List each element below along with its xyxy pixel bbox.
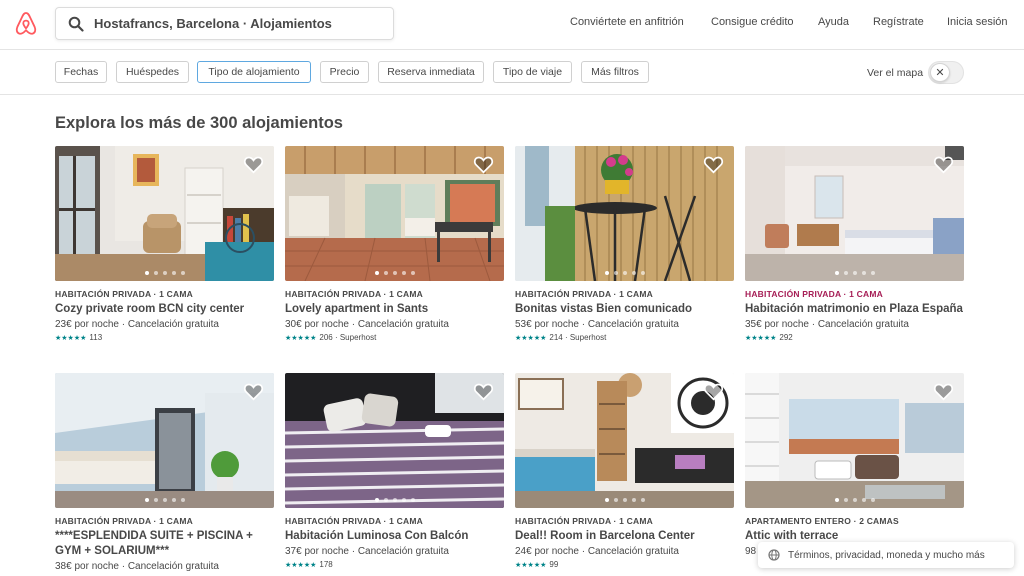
listing-price: 30€ por noche · Cancelación gratuita — [285, 319, 449, 330]
listing-title[interactable]: Habitación matrimonio en Plaza España — [745, 302, 964, 317]
listing-type: HABITACIÓN PRIVADA · 1 CAMA — [745, 289, 883, 299]
listing-type: HABITACIÓN PRIVADA · 1 CAMA — [515, 289, 653, 299]
review-count: 99 — [549, 560, 559, 569]
heart-icon[interactable] — [703, 155, 724, 174]
review-count: 214 · Superhost — [549, 333, 607, 342]
filter-price[interactable]: Precio — [320, 61, 369, 83]
listing-price: 53€ por noche · Cancelación gratuita — [515, 319, 679, 330]
listing-type: HABITACIÓN PRIVADA · 1 CAMA — [55, 516, 193, 526]
listing-title[interactable]: ****ESPLENDIDA SUITE + PISCINA + GYM + S… — [55, 529, 274, 559]
carousel-dots — [515, 271, 734, 275]
review-count: 292 — [779, 333, 793, 342]
filter-more[interactable]: Más filtros — [581, 61, 649, 83]
listing-card[interactable]: HABITACIÓN PRIVADA · 1 CAMA Habitación L… — [285, 373, 504, 569]
star-rating: ★★★★★ — [515, 334, 547, 342]
listing-photo[interactable] — [55, 146, 274, 281]
search-text: Hostafrancs, Barcelona · Alojamientos — [94, 16, 332, 31]
close-icon: ✕ — [930, 63, 950, 82]
listing-price: 35€ por noche · Cancelación gratuita — [745, 319, 909, 330]
listing-rating: ★★★★★ 178 — [285, 560, 504, 569]
carousel-dots — [285, 271, 504, 275]
star-rating: ★★★★★ — [745, 334, 777, 342]
listing-rating: ★★★★★ 113 — [55, 333, 274, 342]
star-rating: ★★★★★ — [515, 561, 547, 569]
listing-title[interactable]: Deal!! Room in Barcelona Center — [515, 529, 734, 544]
map-toggle[interactable]: ✕ — [928, 61, 964, 84]
search-icon — [68, 16, 84, 32]
listing-card[interactable]: HABITACIÓN PRIVADA · 1 CAMA ****ESPLENDI… — [55, 373, 274, 572]
listing-photo[interactable] — [285, 146, 504, 281]
airbnb-logo[interactable] — [14, 11, 38, 37]
listing-rating: ★★★★★ 206 · Superhost — [285, 333, 504, 342]
filter-instant-book[interactable]: Reserva inmediata — [378, 61, 484, 83]
heart-icon[interactable] — [933, 155, 954, 174]
footer-links-button[interactable]: Términos, privacidad, moneda y mucho más — [758, 542, 1014, 568]
listing-title[interactable]: Habitación Luminosa Con Balcón — [285, 529, 504, 544]
listing-rating: ★★★★★ 214 · Superhost — [515, 333, 734, 342]
listing-rating: ★★★★★ 292 — [745, 333, 964, 342]
listing-card[interactable]: HABITACIÓN PRIVADA · 1 CAMA Bonitas vist… — [515, 146, 734, 342]
filter-bar: Fechas Huéspedes Tipo de alojamiento Pre… — [0, 51, 1024, 95]
globe-icon — [768, 549, 780, 561]
heart-icon[interactable] — [473, 382, 494, 401]
carousel-dots — [55, 271, 274, 275]
carousel-dots — [745, 271, 964, 275]
listing-card[interactable]: HABITACIÓN PRIVADA · 1 CAMA Deal!! Room … — [515, 373, 734, 569]
heart-icon[interactable] — [703, 382, 724, 401]
listing-price: 23€ por noche · Cancelación gratuita — [55, 319, 219, 330]
listing-photo[interactable] — [55, 373, 274, 508]
heart-icon[interactable] — [473, 155, 494, 174]
listing-card[interactable]: HABITACIÓN PRIVADA · 1 CAMA Habitación m… — [745, 146, 964, 342]
listing-price: 24€ por noche · Cancelación gratuita — [515, 546, 679, 557]
carousel-dots — [515, 498, 734, 502]
listing-photo[interactable] — [515, 373, 734, 508]
listing-card[interactable]: HABITACIÓN PRIVADA · 1 CAMA Cozy private… — [55, 146, 274, 342]
heart-icon[interactable] — [243, 382, 264, 401]
nav-signup[interactable]: Regístrate — [873, 16, 924, 28]
listing-photo[interactable] — [745, 373, 964, 508]
listing-title[interactable]: Cozy private room BCN city center — [55, 302, 274, 317]
listing-type: HABITACIÓN PRIVADA · 1 CAMA — [55, 289, 193, 299]
filter-trip-type[interactable]: Tipo de viaje — [493, 61, 572, 83]
footer-label: Términos, privacidad, moneda y mucho más — [788, 549, 985, 561]
review-count: 178 — [319, 560, 333, 569]
listing-type: HABITACIÓN PRIVADA · 1 CAMA — [515, 516, 653, 526]
listing-title[interactable]: Lovely apartment in Sants — [285, 302, 504, 317]
listing-price: 38€ por noche · Cancelación gratuita — [55, 561, 219, 572]
heart-icon[interactable] — [933, 382, 954, 401]
map-label: Ver el mapa — [867, 67, 924, 79]
filter-accommodation-type[interactable]: Tipo de alojamiento — [197, 61, 311, 83]
listing-type: HABITACIÓN PRIVADA · 1 CAMA — [285, 516, 423, 526]
nav-become-host[interactable]: Conviértete en anfitrión — [570, 16, 684, 28]
filter-dates[interactable]: Fechas — [55, 61, 107, 83]
listing-photo[interactable] — [515, 146, 734, 281]
listing-card[interactable]: HABITACIÓN PRIVADA · 1 CAMA Lovely apart… — [285, 146, 504, 342]
star-rating: ★★★★★ — [55, 334, 87, 342]
listing-photo[interactable] — [285, 373, 504, 508]
review-count: 113 — [89, 333, 103, 342]
listing-type: HABITACIÓN PRIVADA · 1 CAMA — [285, 289, 423, 299]
listing-rating: ★★★★★ 99 — [515, 560, 734, 569]
star-rating: ★★★★★ — [285, 334, 317, 342]
filter-guests[interactable]: Huéspedes — [116, 61, 189, 83]
carousel-dots — [285, 498, 504, 502]
nav-help[interactable]: Ayuda — [818, 16, 849, 28]
listing-title[interactable]: Bonitas vistas Bien comunicado — [515, 302, 734, 317]
review-count: 206 · Superhost — [319, 333, 377, 342]
page-title: Explora los más de 300 alojamientos — [55, 114, 343, 132]
listing-card[interactable]: APARTAMENTO ENTERO · 2 CAMAS Attic with … — [745, 373, 964, 557]
carousel-dots — [55, 498, 274, 502]
top-header: Hostafrancs, Barcelona · Alojamientos Co… — [0, 0, 1024, 50]
carousel-dots — [745, 498, 964, 502]
star-rating: ★★★★★ — [285, 561, 317, 569]
listing-photo[interactable] — [745, 146, 964, 281]
heart-icon[interactable] — [243, 155, 264, 174]
search-bar[interactable]: Hostafrancs, Barcelona · Alojamientos — [55, 7, 394, 40]
listing-type: APARTAMENTO ENTERO · 2 CAMAS — [745, 516, 899, 526]
listing-price: 37€ por noche · Cancelación gratuita — [285, 546, 449, 557]
nav-get-credit[interactable]: Consigue crédito — [711, 16, 794, 28]
nav-login[interactable]: Inicia sesión — [947, 16, 1008, 28]
